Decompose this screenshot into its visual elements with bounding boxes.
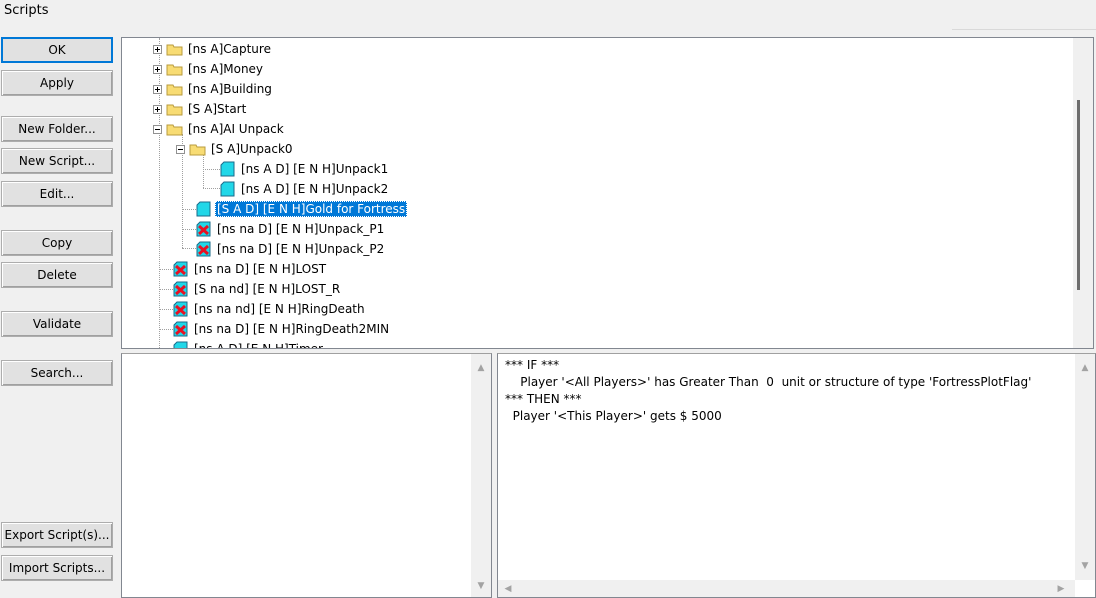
invalid-script-icon bbox=[196, 221, 211, 237]
tree-item[interactable]: [ns A]Money bbox=[153, 59, 265, 79]
ok-button[interactable]: OK bbox=[1, 37, 113, 63]
tree-item-label: [ns na nd] [E N H]RingDeath bbox=[194, 302, 365, 316]
script-tree[interactable]: [ns A]Capture [ns A]Money [ns A]Building… bbox=[121, 37, 1094, 349]
tree-connector bbox=[203, 169, 220, 170]
new-script-button[interactable]: New Script... bbox=[1, 148, 113, 174]
tree-item[interactable]: [ns A D] [E N H]Timer bbox=[173, 339, 325, 349]
invalid-script-icon bbox=[173, 261, 188, 277]
tree-item-label: [S A]Start bbox=[188, 102, 247, 116]
folder-icon bbox=[166, 64, 183, 76]
tree-item-selected[interactable]: [S A D] [E N H]Gold for Fortress bbox=[196, 199, 408, 219]
copy-button[interactable]: Copy bbox=[1, 230, 113, 256]
collapse-icon[interactable] bbox=[153, 124, 162, 134]
tree-item[interactable]: [ns na D] [E N H]Unpack_P2 bbox=[196, 239, 386, 259]
tree-item-label: [ns A]Building bbox=[188, 82, 272, 96]
script-icon bbox=[173, 341, 188, 348]
tree-connector bbox=[159, 289, 173, 290]
text-vertical-scrollbar[interactable]: ▲ ▼ bbox=[1075, 354, 1095, 580]
expand-icon[interactable] bbox=[153, 44, 162, 54]
tree-connector bbox=[159, 329, 173, 330]
validate-button[interactable]: Validate bbox=[1, 311, 113, 337]
script-icon bbox=[220, 181, 235, 197]
tree-item[interactable]: [S A]Start bbox=[153, 99, 248, 119]
folder-icon bbox=[166, 84, 183, 96]
expand-icon[interactable] bbox=[153, 64, 162, 74]
new-folder-button[interactable]: New Folder... bbox=[1, 116, 113, 142]
tree-item[interactable]: [ns A D] [E N H]Unpack1 bbox=[220, 159, 390, 179]
tree-item[interactable]: [ns A D] [E N H]Unpack2 bbox=[220, 179, 390, 199]
tree-item-label: [ns A]AI Unpack bbox=[188, 122, 284, 136]
import-scripts-button[interactable]: Import Scripts... bbox=[1, 555, 113, 581]
text-horizontal-scrollbar[interactable]: ◀ ▶ bbox=[498, 580, 1075, 597]
tree-connector bbox=[182, 209, 196, 210]
tree-connector bbox=[203, 188, 220, 189]
tree-item[interactable]: [ns na D] [E N H]LOST bbox=[173, 259, 328, 279]
folder-icon bbox=[166, 104, 183, 116]
tree-connector bbox=[159, 269, 173, 270]
tree-item-label: [S na nd] [E N H]LOST_R bbox=[194, 282, 341, 296]
tree-scrollbar[interactable] bbox=[1073, 38, 1093, 348]
tree-connector bbox=[182, 248, 196, 249]
edit-button[interactable]: Edit... bbox=[1, 181, 113, 207]
tree-item[interactable]: [ns A]AI Unpack bbox=[153, 119, 286, 139]
script-text-panel[interactable]: *** IF *** Player '<All Players>' has Gr… bbox=[497, 353, 1096, 598]
expand-icon[interactable] bbox=[153, 84, 162, 94]
apply-button[interactable]: Apply bbox=[1, 70, 113, 96]
script-line-if: *** IF *** bbox=[505, 358, 560, 372]
script-line-condition: Player '<All Players>' has Greater Than … bbox=[505, 375, 1032, 389]
scroll-up-icon[interactable]: ▲ bbox=[475, 364, 487, 373]
tree-item[interactable]: [ns A]Capture bbox=[153, 39, 273, 59]
invalid-script-icon bbox=[173, 281, 188, 297]
tree-item[interactable]: [ns na D] [E N H]RingDeath2MIN bbox=[173, 319, 391, 339]
tree-item[interactable]: [ns A]Building bbox=[153, 79, 274, 99]
tree-item-label: [ns A]Money bbox=[188, 62, 264, 76]
tree-item-label: [ns na D] [E N H]Unpack_P2 bbox=[217, 242, 385, 256]
invalid-script-icon bbox=[196, 241, 211, 257]
tree-item[interactable]: [S A]Unpack0 bbox=[176, 139, 295, 159]
scroll-down-icon[interactable]: ▼ bbox=[475, 582, 487, 591]
tree-item-label: [ns na D] [E N H]LOST bbox=[194, 262, 327, 276]
delete-button[interactable]: Delete bbox=[1, 262, 113, 288]
folder-icon bbox=[166, 44, 183, 56]
scroll-left-icon[interactable]: ◀ bbox=[502, 585, 514, 594]
folder-icon bbox=[166, 124, 183, 136]
window-title: Scripts bbox=[4, 3, 49, 18]
expand-icon[interactable] bbox=[153, 104, 162, 114]
script-details-panel: ▲ ▼ bbox=[121, 353, 492, 598]
scroll-up-icon[interactable]: ▲ bbox=[1079, 364, 1091, 373]
tree-item-label: [ns A]Capture bbox=[188, 42, 271, 56]
script-icon bbox=[220, 161, 235, 177]
details-scrollbar[interactable]: ▲ ▼ bbox=[471, 354, 491, 597]
collapse-icon[interactable] bbox=[176, 144, 185, 154]
tree-item-label: [ns A D] [E N H]Timer bbox=[194, 342, 323, 349]
tree-item[interactable]: [ns na D] [E N H]Unpack_P1 bbox=[196, 219, 386, 239]
tree-scrollbar-thumb[interactable] bbox=[1077, 100, 1080, 290]
search-button[interactable]: Search... bbox=[1, 360, 113, 386]
invalid-script-icon bbox=[173, 321, 188, 337]
tree-item-label: [ns A D] [E N H]Unpack2 bbox=[241, 182, 389, 196]
tree-item-label: [S A]Unpack0 bbox=[211, 142, 293, 156]
title-divider bbox=[952, 29, 1096, 30]
tree-item-label: [ns A D] [E N H]Unpack1 bbox=[241, 162, 389, 176]
scroll-down-icon[interactable]: ▼ bbox=[1079, 562, 1091, 571]
tree-item-label: [ns na D] [E N H]RingDeath2MIN bbox=[194, 322, 390, 336]
tree-connector bbox=[159, 309, 173, 310]
tree-item[interactable]: [ns na nd] [E N H]RingDeath bbox=[173, 299, 367, 319]
tree-item[interactable]: [S na nd] [E N H]LOST_R bbox=[173, 279, 342, 299]
folder-icon bbox=[189, 144, 206, 156]
tree-item-label: [S A D] [E N H]Gold for Fortress bbox=[215, 201, 408, 217]
tree-connector bbox=[203, 154, 204, 188]
script-line-action: Player '<This Player>' gets $ 5000 bbox=[505, 409, 722, 423]
scroll-right-icon[interactable]: ▶ bbox=[1055, 585, 1067, 594]
script-icon bbox=[196, 201, 211, 217]
tree-item-label: [ns na D] [E N H]Unpack_P1 bbox=[217, 222, 385, 236]
export-scripts-button[interactable]: Export Script(s)... bbox=[1, 522, 113, 548]
invalid-script-icon bbox=[173, 301, 188, 317]
script-line-then: *** THEN *** bbox=[505, 392, 582, 406]
tree-connector bbox=[182, 229, 196, 230]
